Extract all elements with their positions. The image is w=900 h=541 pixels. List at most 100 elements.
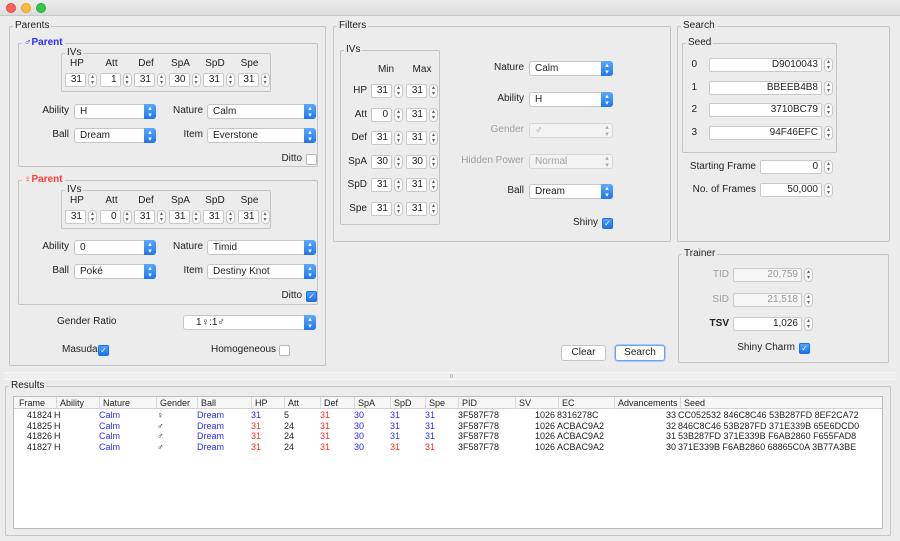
spinner-arrows-icon[interactable]: ▴ ▾	[804, 293, 813, 307]
spinner-arrows-icon[interactable]: ▴ ▾	[394, 201, 403, 216]
column-header-ec[interactable]: EC	[558, 397, 614, 409]
female-iv-spa-input[interactable]: 31	[168, 210, 190, 224]
filter-iv-spd-min-input[interactable]: 31	[371, 178, 392, 192]
spinner-arrows-icon[interactable]: ▴ ▾	[88, 73, 97, 87]
male-iv-hp-input[interactable]: 31	[65, 73, 86, 87]
seed-1-spinner[interactable]: BBEEB4B8 ▴ ▾	[709, 80, 833, 95]
split-pane-divider[interactable]	[4, 372, 896, 380]
divider-grip-icon[interactable]	[450, 374, 453, 378]
male-iv-def-spinner[interactable]: 31 ▴ ▾	[134, 73, 166, 87]
filter-iv-att-min-input[interactable]: 0	[371, 107, 392, 122]
filter-iv-spa-min-input[interactable]: 30	[371, 154, 392, 169]
column-header-gender[interactable]: Gender	[156, 397, 197, 409]
zoom-window-button[interactable]	[36, 3, 46, 13]
spinner-arrows-icon[interactable]: ▴ ▾	[824, 103, 833, 117]
male-iv-hp-spinner[interactable]: 31 ▴ ▾	[65, 73, 97, 87]
column-header-sv[interactable]: SV	[515, 397, 558, 409]
spinner-arrows-icon[interactable]: ▴ ▾	[394, 154, 403, 169]
spinner-arrows-icon[interactable]: ▴ ▾	[824, 125, 833, 140]
male-item-select[interactable]: Everstone ▴ ▾	[207, 128, 316, 143]
close-window-button[interactable]	[6, 3, 16, 13]
seed-3-input[interactable]: 94F46EFC	[709, 125, 822, 140]
column-header-spe[interactable]: Spe	[425, 397, 458, 409]
female-iv-def-input[interactable]: 31	[134, 210, 155, 224]
female-ball-select[interactable]: Poké ▴ ▾	[74, 264, 156, 279]
spinner-arrows-icon[interactable]: ▴ ▾	[824, 183, 833, 197]
female-iv-spd-input[interactable]: 31	[203, 210, 224, 224]
male-iv-spa-input[interactable]: 30	[168, 73, 190, 87]
filter-nature-select[interactable]: Calm ▴ ▾	[529, 61, 613, 76]
column-header-nature[interactable]: Nature	[99, 397, 156, 409]
shiny-checkbox[interactable]: ✓	[602, 218, 613, 229]
female-iv-spa-spinner[interactable]: 31 ▴ ▾	[168, 210, 201, 224]
search-button[interactable]: Search	[615, 345, 665, 361]
spinner-arrows-icon[interactable]: ▴ ▾	[260, 73, 270, 87]
female-item-select[interactable]: Destiny Knot ▴ ▾	[207, 264, 316, 279]
female-iv-hp-spinner[interactable]: 31 ▴ ▾	[65, 210, 97, 224]
male-iv-spd-spinner[interactable]: 31 ▴ ▾	[203, 73, 235, 87]
filter-iv-spd-max-input[interactable]: 31	[406, 178, 427, 192]
filter-iv-hp-min-input[interactable]: 31	[371, 84, 392, 98]
female-nature-select[interactable]: Timid ▴ ▾	[207, 240, 316, 255]
female-iv-att-spinner[interactable]: 0 ▴ ▾	[99, 210, 132, 224]
seed-0-spinner[interactable]: D9010043 ▴ ▾	[709, 58, 833, 72]
female-iv-att-input[interactable]: 0	[99, 210, 121, 224]
filter-iv-hp-max-spinner[interactable]: 31 ▴ ▾	[406, 84, 438, 98]
filter-iv-spe-min-spinner[interactable]: 31 ▴ ▾	[371, 201, 403, 216]
column-header-frame[interactable]: Frame	[16, 397, 56, 409]
hidden-power-select[interactable]: Normal ▴ ▾	[529, 154, 613, 169]
spinner-arrows-icon[interactable]: ▴ ▾	[394, 131, 403, 145]
column-header-advancements[interactable]: Advancements	[614, 397, 680, 409]
shiny-charm-checkbox[interactable]: ✓	[799, 343, 810, 354]
spinner-arrows-icon[interactable]: ▴ ▾	[394, 84, 403, 98]
female-iv-spd-spinner[interactable]: 31 ▴ ▾	[203, 210, 235, 224]
spinner-arrows-icon[interactable]: ▴ ▾	[429, 84, 438, 98]
spinner-arrows-icon[interactable]: ▴ ▾	[122, 210, 132, 224]
female-iv-def-spinner[interactable]: 31 ▴ ▾	[134, 210, 166, 224]
spinner-arrows-icon[interactable]: ▴ ▾	[226, 210, 235, 224]
starting-frame-input[interactable]: 0	[760, 160, 822, 174]
spinner-arrows-icon[interactable]: ▴ ▾	[122, 73, 132, 87]
column-header-seed[interactable]: Seed	[680, 397, 884, 409]
masuda-checkbox[interactable]: ✓	[98, 345, 109, 356]
male-iv-def-input[interactable]: 31	[134, 73, 155, 87]
table-row[interactable]: 41827 H Calm ♂ Dream 31 24 31 30 31 31 3F587F78 1026…	[14, 442, 882, 453]
table-row[interactable]: 41826 H Calm ♂ Dream 31 24 31 30 31 31 3F587F78 1026…	[14, 431, 882, 442]
spinner-arrows-icon[interactable]: ▴ ▾	[191, 73, 201, 87]
female-ability-select[interactable]: 0 ▴ ▾	[74, 240, 156, 255]
filter-ball-select[interactable]: Dream ▴ ▾	[529, 184, 613, 199]
spinner-arrows-icon[interactable]: ▴ ▾	[429, 107, 438, 122]
column-header-spa[interactable]: SpA	[354, 397, 390, 409]
filter-iv-def-max-spinner[interactable]: 31 ▴ ▾	[406, 131, 438, 145]
male-iv-spa-spinner[interactable]: 30 ▴ ▾	[168, 73, 201, 87]
filter-iv-spe-max-input[interactable]: 31	[406, 201, 427, 216]
male-ditto-checkbox[interactable]	[306, 154, 317, 165]
sid-spinner[interactable]: 21,518 ▴ ▾	[733, 293, 813, 307]
seed-2-spinner[interactable]: 3710BC79 ▴ ▾	[709, 103, 833, 117]
filter-iv-spd-min-spinner[interactable]: 31 ▴ ▾	[371, 178, 403, 192]
sid-input[interactable]: 21,518	[733, 293, 802, 307]
column-header-ability[interactable]: Ability	[56, 397, 99, 409]
table-row[interactable]: 41824 H Calm ♀ Dream 31 5 31 30 31 31 3F587F78 1026 8…	[14, 410, 882, 421]
filter-iv-hp-max-input[interactable]: 31	[406, 84, 427, 98]
homogeneous-checkbox[interactable]	[279, 345, 290, 356]
female-ditto-checkbox[interactable]: ✓	[306, 291, 317, 302]
num-frames-input[interactable]: 50,000	[760, 183, 822, 197]
male-iv-spe-spinner[interactable]: 31 ▴ ▾	[237, 73, 270, 87]
male-ball-select[interactable]: Dream ▴ ▾	[74, 128, 156, 143]
tsv-input[interactable]: 1,026	[733, 317, 802, 331]
column-header-ball[interactable]: Ball	[197, 397, 251, 409]
filter-ability-select[interactable]: H ▴ ▾	[529, 92, 613, 107]
tsv-spinner[interactable]: 1,026 ▴ ▾	[733, 317, 813, 331]
filter-iv-def-max-input[interactable]: 31	[406, 131, 427, 145]
seed-2-input[interactable]: 3710BC79	[709, 103, 822, 117]
spinner-arrows-icon[interactable]: ▴ ▾	[157, 73, 166, 87]
male-iv-att-input[interactable]: 1	[99, 73, 121, 87]
male-iv-spd-input[interactable]: 31	[203, 73, 224, 87]
starting-frame-spinner[interactable]: 0 ▴ ▾	[760, 160, 833, 174]
spinner-arrows-icon[interactable]: ▴ ▾	[88, 210, 97, 224]
column-header-hp[interactable]: HP	[251, 397, 284, 409]
filter-iv-spe-max-spinner[interactable]: 31 ▴ ▾	[406, 201, 438, 216]
spinner-arrows-icon[interactable]: ▴ ▾	[824, 58, 833, 72]
seed-0-input[interactable]: D9010043	[709, 58, 822, 72]
